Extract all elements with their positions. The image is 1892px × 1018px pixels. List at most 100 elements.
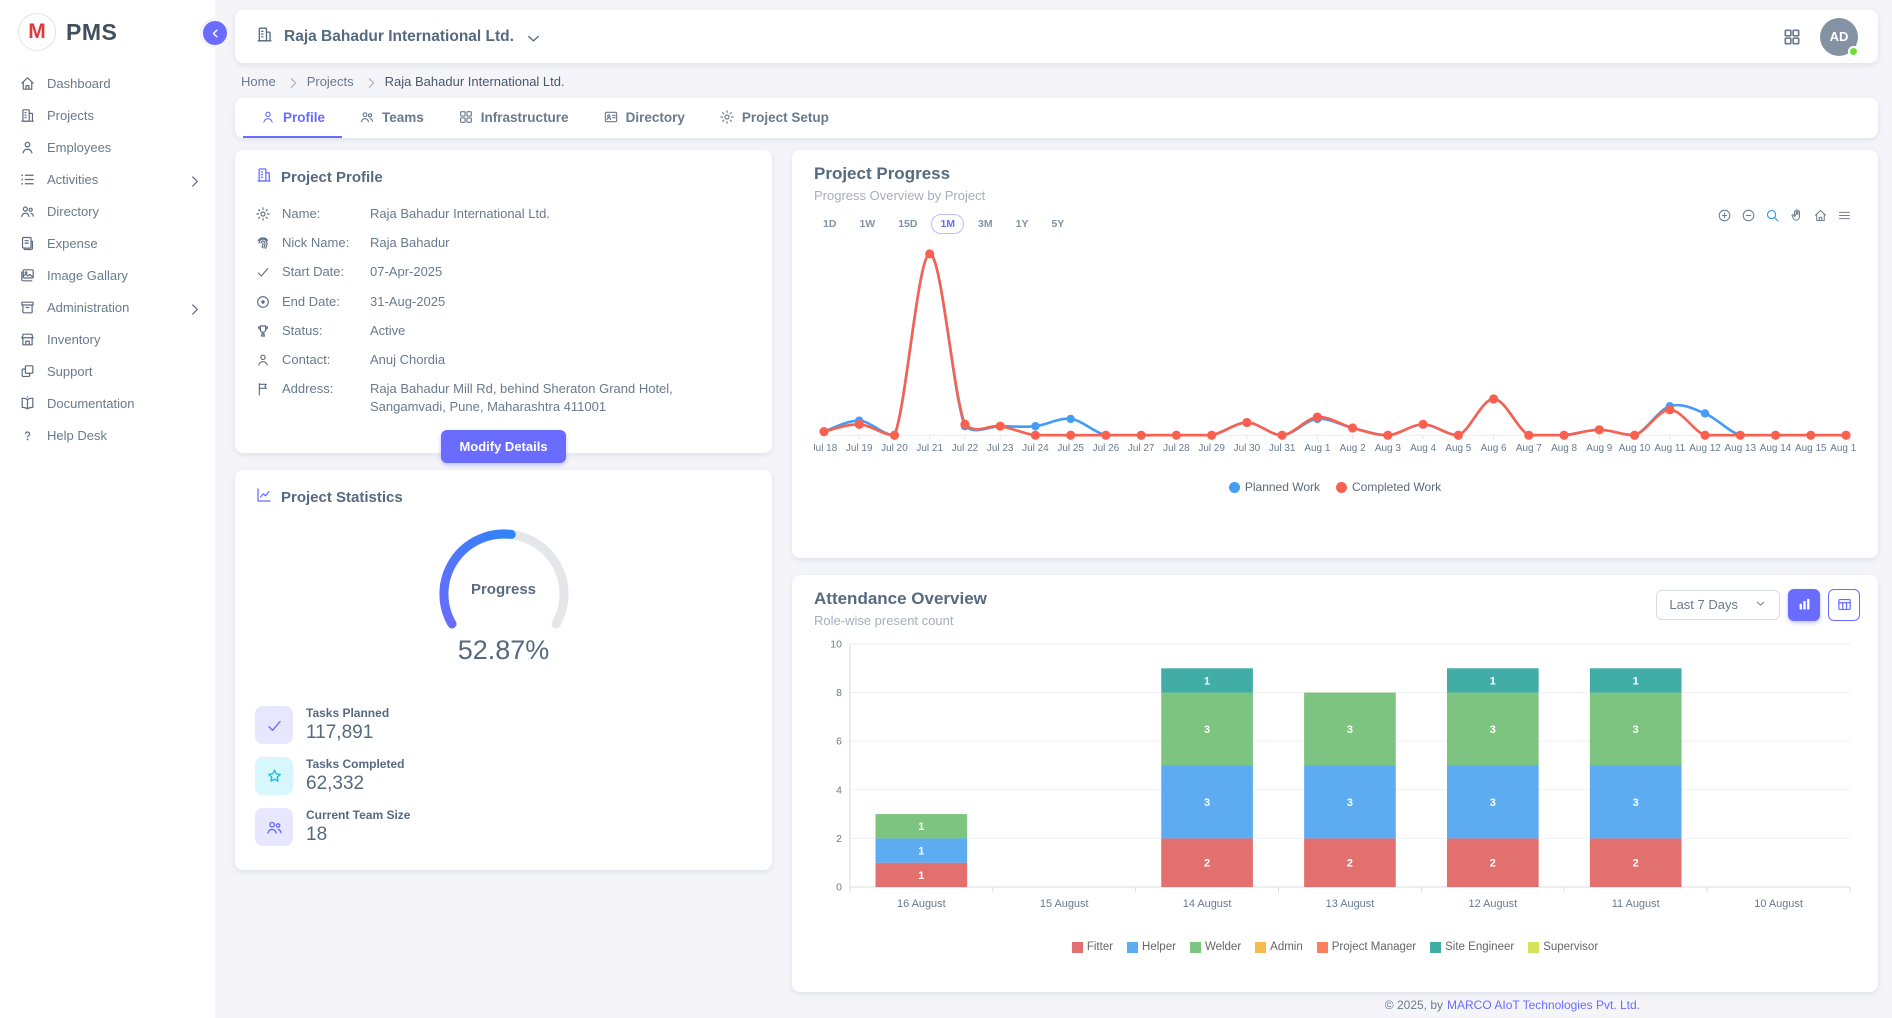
range-button-1w[interactable]: 1W — [850, 214, 884, 234]
sidebar-item-activities[interactable]: Activities — [0, 163, 215, 195]
tab-infrastructure[interactable]: Infrastructure — [441, 98, 586, 138]
zoom-out-button[interactable] — [1741, 208, 1756, 228]
legend-item-welder[interactable]: Welder — [1190, 941, 1241, 953]
legend-item-supervisor[interactable]: Supervisor — [1528, 941, 1598, 953]
profile-field-contact: Contact:Anuj Chordia — [255, 351, 752, 369]
range-button-3m[interactable]: 3M — [969, 214, 1002, 234]
svg-text:Aug 8: Aug 8 — [1551, 443, 1577, 454]
svg-text:Aug 1: Aug 1 — [1304, 443, 1330, 454]
svg-text:3: 3 — [1490, 724, 1496, 736]
legend-item-completed-work[interactable]: Completed Work — [1336, 480, 1441, 494]
progress-line-chart[interactable]: Jul 18Jul 19Jul 20Jul 21Jul 22Jul 23Jul … — [814, 236, 1856, 480]
progress-chart-subtitle: Progress Overview by Project — [814, 188, 1856, 203]
legend-label: Helper — [1142, 941, 1176, 953]
legend-item-admin[interactable]: Admin — [1255, 941, 1303, 953]
legend-item-project-manager[interactable]: Project Manager — [1317, 941, 1416, 953]
pan-button[interactable] — [1789, 208, 1804, 228]
sidebar-item-employees[interactable]: Employees — [0, 131, 215, 163]
footer-company-link[interactable]: MARCO AIoT Technologies Pvt. Ltd. — [1447, 998, 1640, 1012]
bar-view-toggle[interactable] — [1788, 589, 1820, 621]
sidebar-collapse-button[interactable] — [203, 21, 227, 45]
project-statistics-card: Project Statistics Progress 52.87% Tasks… — [235, 470, 772, 870]
range-button-1m[interactable]: 1M — [931, 214, 964, 234]
svg-text:12 August: 12 August — [1468, 897, 1517, 909]
check-icon — [265, 716, 284, 735]
selection-zoom-button[interactable] — [1765, 208, 1780, 228]
field-value: Raja Bahadur International Ltd. — [370, 205, 752, 223]
attendance-bar-chart[interactable]: 024681011116 August15 August233114 Augus… — [814, 636, 1856, 940]
legend-item-fitter[interactable]: Fitter — [1072, 941, 1113, 953]
stat-value: 117,891 — [306, 722, 389, 744]
table-view-toggle[interactable] — [1828, 589, 1860, 621]
svg-text:Aug 6: Aug 6 — [1481, 443, 1507, 454]
range-button-5y[interactable]: 5Y — [1042, 214, 1073, 234]
range-button-1d[interactable]: 1D — [814, 214, 845, 234]
avatar-initials: AD — [1830, 29, 1849, 44]
sidebar-item-label: Administration — [47, 300, 129, 315]
stat-value: 62,332 — [306, 773, 404, 795]
brand: M PMS — [0, 0, 215, 61]
tab-profile[interactable]: Profile — [243, 98, 342, 138]
legend-marker — [1528, 942, 1539, 953]
line-chart-legend: Planned Work Completed Work — [814, 480, 1856, 494]
sidebar-item-support[interactable]: Support — [0, 355, 215, 387]
field-value: Anuj Chordia — [370, 351, 752, 369]
svg-text:1: 1 — [1633, 675, 1639, 687]
sidebar-item-label: Documentation — [47, 396, 134, 411]
svg-text:Aug 13: Aug 13 — [1725, 443, 1757, 454]
apps-grid-button[interactable] — [1782, 27, 1802, 47]
sidebar-item-dashboard[interactable]: Dashboard — [0, 67, 215, 99]
sidebar-item-documentation[interactable]: Documentation — [0, 387, 215, 419]
sidebar-item-inventory[interactable]: Inventory — [0, 323, 215, 355]
svg-text:Aug 9: Aug 9 — [1586, 443, 1612, 454]
building-icon — [19, 107, 36, 124]
date-range-select[interactable]: Last 7 Days — [1656, 590, 1780, 620]
svg-text:1: 1 — [918, 869, 924, 881]
tab-directory[interactable]: Directory — [586, 98, 702, 138]
company-selector[interactable]: Raja Bahadur International Ltd. — [255, 25, 539, 49]
chart-menu-button[interactable] — [1837, 208, 1852, 228]
sidebar-item-expense[interactable]: Expense — [0, 227, 215, 259]
legend-item-helper[interactable]: Helper — [1127, 941, 1176, 953]
statistics-card-title: Project Statistics — [281, 489, 403, 506]
modify-details-button[interactable]: Modify Details — [441, 430, 565, 463]
sidebar-item-help-desk[interactable]: Help Desk — [0, 419, 215, 451]
zoom-in-icon — [1717, 208, 1732, 223]
chevron-left-icon — [209, 27, 222, 40]
svg-text:Jul 24: Jul 24 — [1022, 443, 1049, 454]
zoom-in-button[interactable] — [1717, 208, 1732, 228]
tab-teams[interactable]: Teams — [342, 98, 441, 138]
legend-item-planned-work[interactable]: Planned Work — [1229, 480, 1320, 494]
legend-item-site-engineer[interactable]: Site Engineer — [1430, 941, 1514, 953]
sidebar-item-administration[interactable]: Administration — [0, 291, 215, 323]
svg-text:Jul 30: Jul 30 — [1234, 443, 1261, 454]
sidebar-item-directory[interactable]: Directory — [0, 195, 215, 227]
sidebar-item-projects[interactable]: Projects — [0, 99, 215, 131]
profile-field-address: Address:Raja Bahadur Mill Rd, behind She… — [255, 380, 752, 416]
tab-project-setup[interactable]: Project Setup — [702, 98, 846, 138]
svg-text:3: 3 — [1347, 724, 1353, 736]
sidebar-item-image-gallary[interactable]: Image Gallary — [0, 259, 215, 291]
svg-text:10 August: 10 August — [1754, 897, 1803, 909]
svg-text:16 August: 16 August — [897, 897, 946, 909]
reset-zoom-home-button[interactable] — [1813, 208, 1828, 228]
star-icon — [265, 767, 284, 786]
svg-text:1: 1 — [918, 845, 924, 857]
legend-marker — [1317, 942, 1328, 953]
breadcrumb-home[interactable]: Home — [241, 74, 276, 89]
range-button-1y[interactable]: 1Y — [1007, 214, 1038, 234]
footer-copyright: © 2025, by — [1385, 998, 1443, 1012]
line-chart-svg: Jul 18Jul 19Jul 20Jul 21Jul 22Jul 23Jul … — [814, 236, 1856, 475]
list-icon — [19, 171, 36, 188]
legend-label: Admin — [1270, 941, 1303, 953]
idcard-icon — [603, 109, 619, 125]
svg-text:1: 1 — [1490, 675, 1496, 687]
legend-marker — [1229, 482, 1240, 493]
gauge-arc — [416, 524, 592, 630]
tab-label: Directory — [626, 110, 685, 125]
range-button-15d[interactable]: 15D — [889, 214, 926, 234]
legend-label: Project Manager — [1332, 941, 1416, 953]
breadcrumb-projects[interactable]: Projects — [307, 74, 354, 89]
svg-text:3: 3 — [1633, 796, 1639, 808]
user-avatar[interactable]: AD — [1820, 18, 1858, 56]
